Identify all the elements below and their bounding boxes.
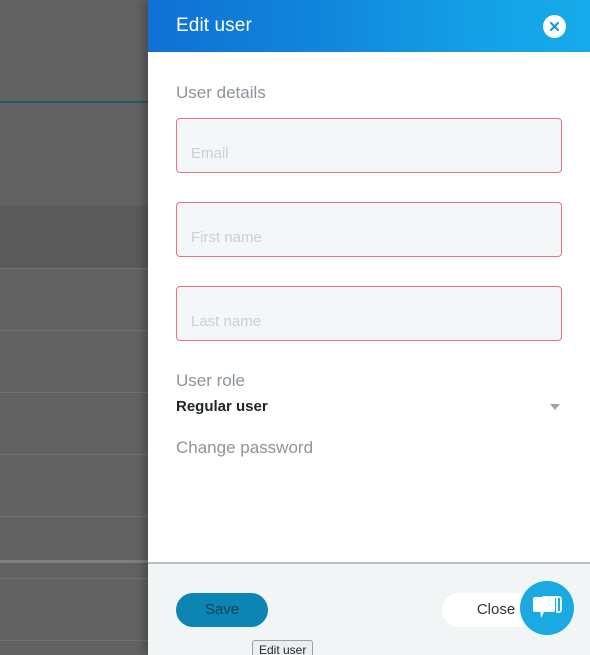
last-name-field-placeholder: Last name (191, 313, 262, 330)
change-password-link[interactable]: Change password (176, 437, 562, 459)
backdrop-row-divider (0, 268, 150, 269)
backdrop-row-divider (0, 516, 150, 517)
save-button[interactable]: Save (176, 592, 268, 627)
backdrop-footer-strip (0, 560, 150, 563)
chevron-down-icon[interactable] (550, 403, 560, 410)
edit-user-modal: Edit user User details Email First name … (148, 0, 590, 655)
backdrop-row-divider (0, 392, 150, 393)
modal-header: Edit user (148, 0, 590, 52)
user-details-heading: User details (176, 83, 266, 102)
chat-bubbles-icon[interactable] (520, 581, 574, 635)
last-name-field[interactable]: Last name (176, 286, 562, 341)
page-title: Edit user (176, 15, 252, 36)
tooltip: Edit user (252, 640, 314, 655)
backdrop-row-divider (0, 640, 150, 641)
modal-body: User details Email First name Last name … (148, 52, 590, 562)
first-name-field[interactable]: First name (176, 202, 562, 257)
email-field[interactable]: Email (176, 118, 562, 173)
backdrop-header-rule (0, 101, 150, 103)
backdrop-selected-row (0, 206, 150, 268)
user-role-selected-value: Regular user (176, 398, 268, 415)
email-field-placeholder: Email (191, 145, 229, 162)
backdrop-row-divider (0, 454, 150, 455)
first-name-field-placeholder: First name (191, 229, 262, 246)
user-role-heading: User role (176, 371, 245, 390)
page-backdrop (0, 0, 150, 655)
close-icon[interactable] (543, 14, 566, 38)
backdrop-row-divider (0, 330, 150, 331)
backdrop-row-divider (0, 578, 150, 579)
user-role-select[interactable]: Regular user (176, 398, 562, 419)
